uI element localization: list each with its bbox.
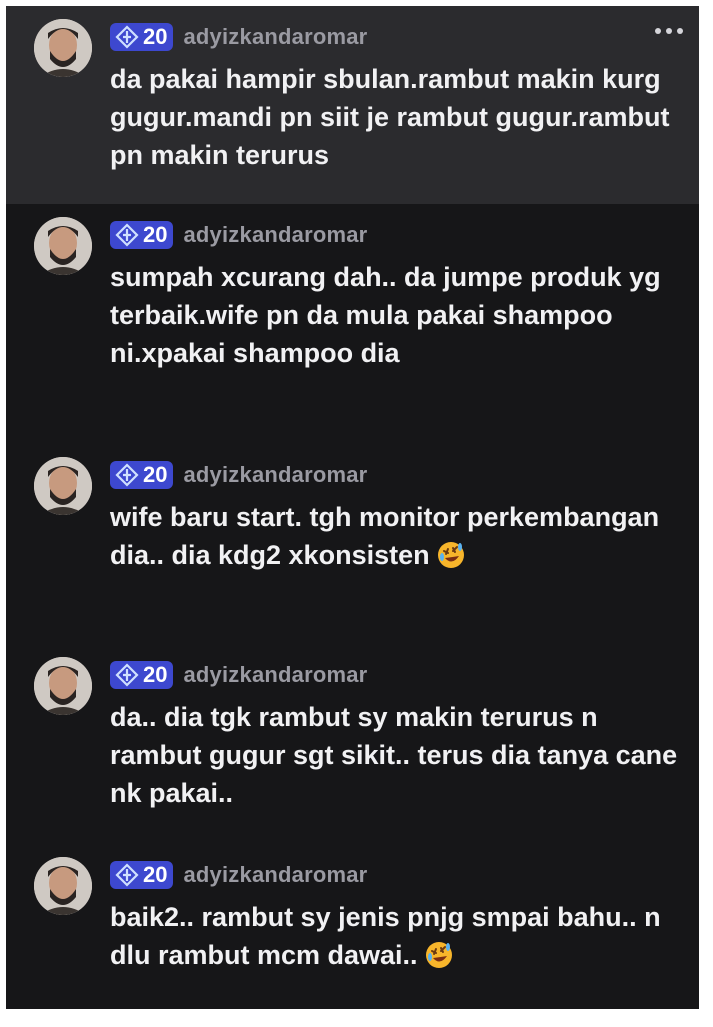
comment-item[interactable]: 20 adyizkandaromar wife baru start. tgh … [6, 444, 699, 644]
badge-level: 20 [143, 222, 168, 247]
diamond-icon [115, 25, 139, 49]
diamond-icon [115, 463, 139, 487]
avatar[interactable] [34, 217, 92, 275]
comment-header: 20 adyizkandaromar [110, 218, 685, 252]
level-badge: 20 [110, 461, 174, 489]
comment-header: 20 adyizkandaromar [110, 858, 685, 892]
username[interactable]: adyizkandaromar [183, 862, 367, 888]
comment-text: wife baru start. tgh monitor perkembanga… [110, 502, 660, 570]
comment-thread: 20 adyizkandaromar da pakai hampir sbula… [6, 6, 699, 1009]
comment-header: 20 adyizkandaromar [110, 658, 685, 692]
comment-text: da.. dia tgk rambut sy makin terurus n r… [110, 702, 678, 808]
comment-header: 20 adyizkandaromar [110, 458, 685, 492]
username[interactable]: adyizkandaromar [183, 24, 367, 50]
diamond-icon [115, 223, 139, 247]
avatar[interactable] [34, 657, 92, 715]
diamond-icon [115, 863, 139, 887]
username[interactable]: adyizkandaromar [183, 462, 367, 488]
comment-item[interactable]: 20 adyizkandaromar da pakai hampir sbula… [6, 6, 699, 204]
comment-text: da pakai hampir sbulan.rambut makin kurg… [110, 64, 670, 170]
badge-level: 20 [143, 462, 168, 487]
level-badge: 20 [110, 221, 174, 249]
comment-text: sumpah xcurang dah.. da jumpe produk yg … [110, 262, 661, 368]
badge-level: 20 [143, 862, 168, 887]
level-badge: 20 [110, 23, 174, 51]
level-badge: 20 [110, 861, 174, 889]
rolling-on-floor-laughing-icon [425, 942, 452, 968]
avatar[interactable] [34, 19, 92, 77]
comment-item[interactable]: 20 adyizkandaromar da.. dia tgk rambut s… [6, 644, 699, 844]
rolling-on-floor-laughing-icon [437, 542, 464, 568]
comment-body: wife baru start. tgh monitor perkembanga… [110, 498, 685, 592]
badge-level: 20 [143, 24, 168, 49]
avatar[interactable] [34, 457, 92, 515]
comment-text: baik2.. rambut sy jenis pnjg smpai bahu.… [110, 902, 661, 970]
more-options-icon[interactable] [655, 28, 683, 34]
comment-body: baik2.. rambut sy jenis pnjg smpai bahu.… [110, 898, 685, 992]
username[interactable]: adyizkandaromar [183, 222, 367, 248]
username[interactable]: adyizkandaromar [183, 662, 367, 688]
comment-item[interactable]: 20 adyizkandaromar baik2.. rambut sy jen… [6, 844, 699, 1009]
badge-level: 20 [143, 662, 168, 687]
diamond-icon [115, 663, 139, 687]
comment-item[interactable]: 20 adyizkandaromar sumpah xcurang dah.. … [6, 204, 699, 444]
level-badge: 20 [110, 661, 174, 689]
avatar[interactable] [34, 857, 92, 915]
comment-header: 20 adyizkandaromar [110, 20, 685, 54]
